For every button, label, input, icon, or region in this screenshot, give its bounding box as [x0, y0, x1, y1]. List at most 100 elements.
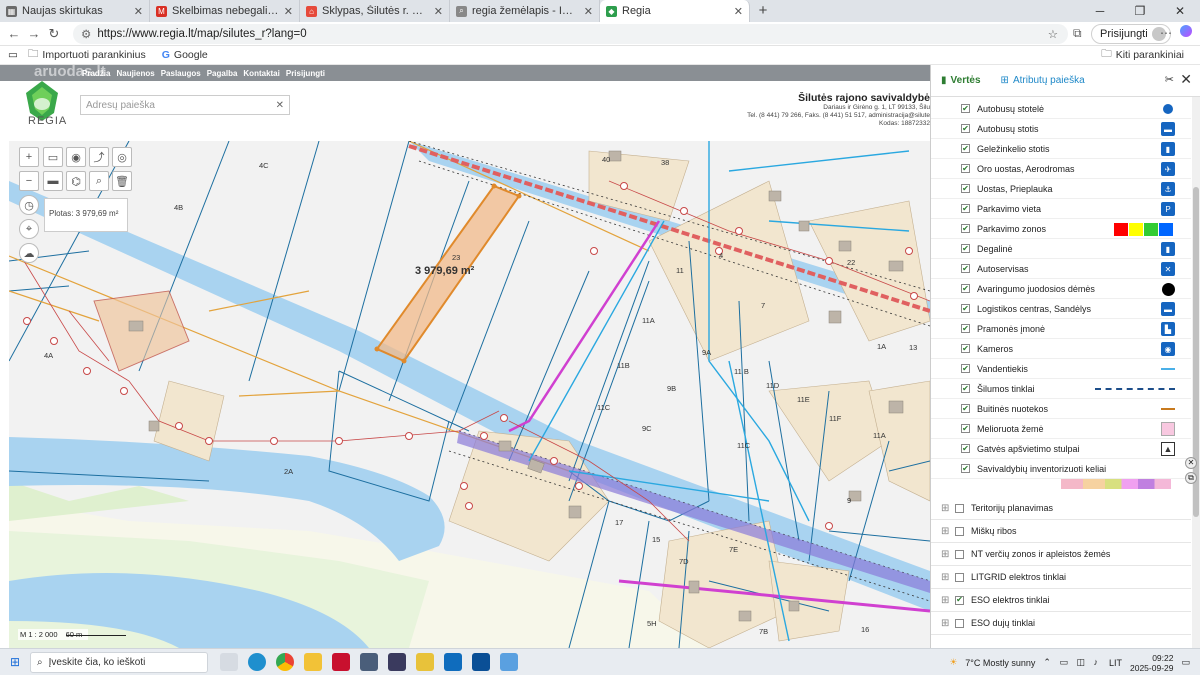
- show-sidebar-icon[interactable]: ▭: [8, 49, 18, 61]
- site-nav-link[interactable]: Pagalba: [207, 69, 238, 78]
- file-explorer-icon[interactable]: [304, 653, 322, 671]
- site-nav-link[interactable]: Kontaktai: [243, 69, 279, 78]
- weather-text[interactable]: 7°C Mostly sunny: [965, 658, 1035, 668]
- zoom-in-button[interactable]: +: [19, 147, 39, 167]
- layer-row[interactable]: ✔ Logistikos centras, Sandėlys ▬: [931, 299, 1191, 319]
- app-red-icon[interactable]: [332, 653, 350, 671]
- layer-group-row[interactable]: ⊞ Teritorijų planavimas: [931, 497, 1191, 520]
- layer-row[interactable]: ✔ Autobusų stotelė: [931, 99, 1191, 119]
- group-checkbox[interactable]: [955, 549, 964, 559]
- expand-icon[interactable]: ⊞: [941, 572, 955, 583]
- layer-row[interactable]: ✔ Avaringumo juodosios dėmės: [931, 279, 1191, 299]
- calculator-icon[interactable]: [388, 653, 406, 671]
- layer-checkbox[interactable]: ✔: [961, 284, 970, 293]
- bookmark-other-folders[interactable]: 🗀 Kiti parankiniai: [1101, 46, 1184, 64]
- layer-row[interactable]: ✔ Kameros ◉: [931, 339, 1191, 359]
- tray-icons[interactable]: ⌃ ▭ ◫ ♪: [1043, 657, 1101, 668]
- locate-icon[interactable]: ⌖: [19, 219, 39, 239]
- bookmark-import[interactable]: 🗀 Importuoti parankinius: [28, 46, 146, 64]
- close-tab-icon[interactable]: ✕: [434, 5, 443, 18]
- menu-dots-icon[interactable]: ⋯: [1160, 26, 1172, 40]
- site-nav-link[interactable]: Naujienos: [116, 69, 154, 78]
- maximize-button[interactable]: ❐: [1120, 0, 1160, 22]
- layer-checkbox[interactable]: ✔: [961, 264, 970, 273]
- layer-row[interactable]: ✔ Parkavimo vieta P: [931, 199, 1191, 219]
- close-sidebar-icon[interactable]: ✕: [1180, 71, 1192, 88]
- forward-icon[interactable]: →: [24, 26, 44, 41]
- layer-checkbox[interactable]: ✔: [961, 184, 970, 193]
- group-checkbox[interactable]: [955, 572, 964, 582]
- close-tab-icon[interactable]: ✕: [584, 5, 593, 18]
- new-tab-button[interactable]: +: [750, 0, 776, 22]
- layer-row[interactable]: ✔ Autobusų stotis ▬: [931, 119, 1191, 139]
- layers-shape-icon[interactable]: ☁: [19, 243, 39, 263]
- expand-icon[interactable]: ⊞: [941, 503, 955, 514]
- layer-checkbox[interactable]: ✔: [961, 424, 970, 433]
- layer-row[interactable]: ✔ Geležinkelio stotis ▮: [931, 139, 1191, 159]
- layer-row[interactable]: ✔ Vandentiekis: [931, 359, 1191, 379]
- clear-icon[interactable]: ✕: [276, 100, 284, 111]
- layer-checkbox[interactable]: ✔: [961, 224, 970, 233]
- browser-tab[interactable]: ⌕ regia žemėlapis - Ieškoti ✕: [450, 0, 600, 22]
- notifications-icon[interactable]: ▭: [1181, 657, 1190, 668]
- vehicle-icon[interactable]: ⌬: [66, 171, 86, 191]
- collapse-icon[interactable]: ✕: [1185, 457, 1197, 469]
- cadastral-map[interactable]: [9, 141, 930, 648]
- pin-icon[interactable]: ◉: [66, 147, 86, 167]
- tab-attribute-search[interactable]: ⊞ Atributų paieška: [1001, 75, 1085, 86]
- map-canvas[interactable]: 4C 4B 4A 23 11 11A 11B 11C 9A 9B 9C 11 B 11D 11E 11F 11…: [9, 141, 930, 648]
- layer-row[interactable]: ✔ Pramonės įmonė ▙: [931, 319, 1191, 339]
- layer-row[interactable]: ✔ Šilumos tinklai: [931, 379, 1191, 399]
- target-icon[interactable]: ◎: [112, 147, 132, 167]
- layer-row[interactable]: ✔ Savivaldybių inventorizuoti keliai: [931, 459, 1191, 479]
- language-indicator[interactable]: LIT: [1109, 658, 1122, 668]
- layer-checkbox[interactable]: ✔: [961, 444, 970, 453]
- app-yellow-icon[interactable]: [416, 653, 434, 671]
- layer-checkbox[interactable]: ✔: [961, 104, 970, 113]
- close-tab-icon[interactable]: ✕: [734, 5, 743, 18]
- layer-checkbox[interactable]: ✔: [961, 164, 970, 173]
- clock[interactable]: 09:22 2025-09-29: [1130, 653, 1173, 673]
- layer-group-row[interactable]: ⊞ Miškų ribos: [931, 520, 1191, 543]
- expand-icon[interactable]: ⊞: [941, 618, 955, 629]
- layer-row[interactable]: ✔ Degalinė ▮: [931, 239, 1191, 259]
- layer-checkbox[interactable]: ✔: [961, 464, 970, 473]
- site-nav-link[interactable]: Prisijungti: [286, 69, 325, 78]
- close-window-button[interactable]: ✕: [1160, 0, 1200, 22]
- browser-tab[interactable]: ◆ Regia ✕: [600, 0, 750, 22]
- layer-row[interactable]: ✔ Parkavimo zonos: [931, 219, 1191, 239]
- layer-checkbox[interactable]: ✔: [961, 144, 970, 153]
- copilot-icon[interactable]: [1180, 25, 1192, 37]
- layer-checkbox[interactable]: ✔: [961, 124, 970, 133]
- task-view-icon[interactable]: [220, 653, 238, 671]
- outlook-icon[interactable]: [444, 653, 462, 671]
- history-icon[interactable]: ◷: [19, 195, 39, 215]
- layer-row[interactable]: ✔ Autoservisas ✕: [931, 259, 1191, 279]
- star-icon[interactable]: ☆: [1048, 27, 1058, 41]
- address-search-input[interactable]: Adresų paieška ✕: [80, 95, 290, 115]
- pin-icon[interactable]: ✂: [1165, 73, 1174, 86]
- app-plane-icon[interactable]: [500, 653, 518, 671]
- layer-checkbox[interactable]: ✔: [961, 244, 970, 253]
- close-tab-icon[interactable]: ✕: [284, 5, 293, 18]
- app-printer-icon[interactable]: [360, 653, 378, 671]
- layer-group-row[interactable]: ⊞ LITGRID elektros tinklai: [931, 566, 1191, 589]
- sidebar-scrollbar[interactable]: [1192, 97, 1200, 648]
- layer-row[interactable]: ✔ Gatvės apšvietimo stulpai ▲: [931, 439, 1191, 459]
- trash-icon[interactable]: 🗑: [112, 171, 132, 191]
- group-checkbox[interactable]: ✔: [955, 595, 964, 605]
- expand-icon[interactable]: ⊞: [941, 526, 955, 537]
- layer-row[interactable]: ✔ Melioruota žemė: [931, 419, 1191, 439]
- layer-checkbox[interactable]: ✔: [961, 344, 970, 353]
- layer-row[interactable]: ✔ Buitinės nuotekos: [931, 399, 1191, 419]
- chrome-icon[interactable]: [276, 653, 294, 671]
- layer-checkbox[interactable]: ✔: [961, 324, 970, 333]
- layer-checkbox[interactable]: ✔: [961, 384, 970, 393]
- export-icon[interactable]: ⤴: [89, 147, 109, 167]
- browser-tab[interactable]: ⌂ Sklypas, Šilutės r. Rusnės mstl. La ✕: [300, 0, 450, 22]
- refresh-icon[interactable]: ↻: [44, 26, 64, 42]
- restore-icon[interactable]: ⧉: [1185, 472, 1197, 484]
- measure-area-icon[interactable]: ▬: [43, 171, 63, 191]
- layer-row[interactable]: ✔ Oro uostas, Aerodromas ✈: [931, 159, 1191, 179]
- layer-group-row[interactable]: ⊞ NT verčių zonos ir apleistos žemės: [931, 543, 1191, 566]
